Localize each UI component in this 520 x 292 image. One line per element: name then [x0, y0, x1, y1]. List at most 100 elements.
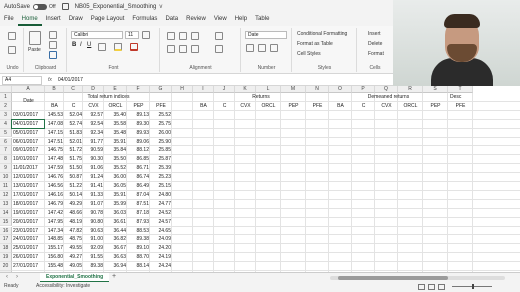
cell-value[interactable]: 25.75	[150, 120, 172, 129]
cell-value[interactable]: 155.48	[45, 262, 64, 271]
align-left-icon[interactable]	[167, 45, 175, 53]
cell-value[interactable]: 87.18	[127, 209, 150, 218]
row-header[interactable]: 5	[0, 128, 12, 138]
tab-help[interactable]: Help	[231, 13, 251, 26]
chevron-right-icon[interactable]: ›	[16, 274, 18, 280]
align-right-icon[interactable]	[191, 45, 199, 53]
cell-value[interactable]: 91.00	[83, 235, 104, 244]
cell-date[interactable]: 17/01/2017	[13, 191, 45, 200]
column-header-o[interactable]: O	[329, 86, 352, 93]
page-break-view-icon[interactable]	[438, 284, 445, 290]
cell-value[interactable]: 47.82	[64, 227, 83, 236]
worksheet-grid[interactable]: A B C D E F G H I J K L M N O P Q R S T 1 2 3 4 5 6 7 8 9 10 11 12 13 14 1…	[0, 86, 520, 272]
tab-data[interactable]: Data	[161, 13, 182, 26]
row-header[interactable]: 9	[0, 164, 12, 174]
row-header[interactable]: 2	[0, 101, 12, 111]
cell-date[interactable]: 18/01/2017	[13, 200, 45, 209]
tab-draw[interactable]: Draw	[65, 13, 87, 26]
cell-value[interactable]: 146.75	[45, 146, 64, 155]
cell-value[interactable]: 147.42	[45, 209, 64, 218]
cell-value[interactable]: 92.09	[83, 244, 104, 253]
cell-value[interactable]: 48.19	[64, 218, 83, 227]
insert-cells-button[interactable]: Insert	[368, 31, 381, 37]
bold-icon[interactable]: B	[72, 42, 76, 48]
cell-value[interactable]: 90.30	[83, 155, 104, 164]
row-header[interactable]: 11	[0, 182, 12, 191]
cell-value[interactable]: 87.93	[127, 218, 150, 227]
paste-icon[interactable]	[29, 31, 41, 45]
cell-date[interactable]: 27/01/2017	[13, 262, 45, 271]
cell-date[interactable]: 05/01/2017	[13, 129, 45, 138]
increase-font-icon[interactable]	[142, 31, 150, 39]
cell-value[interactable]: 51.75	[64, 155, 83, 164]
column-header-n[interactable]: N	[306, 86, 329, 93]
percent-icon[interactable]	[258, 44, 266, 52]
cell-value[interactable]: 87.04	[127, 191, 150, 200]
font-size-select[interactable]: 11	[125, 31, 139, 39]
cell-value[interactable]: 36.00	[104, 173, 127, 182]
cell-date[interactable]: 10/01/2017	[13, 155, 45, 164]
delete-cells-button[interactable]: Delete	[368, 41, 382, 47]
tab-insert[interactable]: Insert	[42, 13, 65, 26]
cell-value[interactable]: 51.50	[64, 164, 83, 173]
column-header-m[interactable]: M	[281, 86, 306, 93]
format-cells-button[interactable]: Format	[368, 51, 384, 57]
cell-value[interactable]: 86.49	[127, 182, 150, 191]
add-sheet-button[interactable]: +	[112, 273, 116, 280]
normal-view-icon[interactable]	[418, 284, 425, 290]
cell-date[interactable]: 26/01/2017	[13, 253, 45, 262]
row-header[interactable]: 18	[0, 244, 12, 254]
cell-value[interactable]: 146.16	[45, 191, 64, 200]
column-header-a[interactable]: A	[12, 86, 45, 93]
cell-value[interactable]: 147.59	[45, 164, 64, 173]
fill-color-icon[interactable]	[114, 43, 122, 51]
column-header-f[interactable]: F	[127, 86, 150, 93]
zoom-slider-knob[interactable]	[472, 284, 474, 289]
italic-icon[interactable]: I	[80, 42, 82, 48]
row-header[interactable]: 17	[0, 235, 12, 245]
cell-value[interactable]: 35.50	[104, 155, 127, 164]
cell-value[interactable]: 24.19	[150, 253, 172, 262]
page-layout-view-icon[interactable]	[428, 284, 435, 290]
cell-value[interactable]: 86.74	[127, 173, 150, 182]
number-format-select[interactable]: Date	[245, 31, 287, 39]
cell-value[interactable]: 36.61	[104, 218, 127, 227]
cell-value[interactable]: 91.07	[83, 200, 104, 209]
cell-value[interactable]: 91.77	[83, 138, 104, 147]
align-middle-icon[interactable]	[179, 32, 187, 40]
horizontal-scrollbar[interactable]	[330, 276, 505, 280]
cell-value[interactable]: 24.09	[150, 235, 172, 244]
cell-value[interactable]: 155.17	[45, 244, 64, 253]
fx-icon[interactable]: fx	[48, 77, 52, 83]
undo-icon[interactable]	[8, 32, 16, 40]
cell-value[interactable]: 25.85	[150, 146, 172, 155]
cell-value[interactable]: 51.72	[64, 146, 83, 155]
cell-value[interactable]: 89.38	[83, 262, 104, 271]
tab-review[interactable]: Review	[182, 13, 210, 26]
cell-value[interactable]: 92.34	[83, 129, 104, 138]
cell-date[interactable]: 12/01/2017	[13, 173, 45, 182]
cut-icon[interactable]	[49, 31, 57, 39]
cell-value[interactable]: 91.41	[83, 182, 104, 191]
cell-value[interactable]: 36.05	[104, 182, 127, 191]
cell-value[interactable]: 147.34	[45, 227, 64, 236]
cell-value[interactable]: 51.83	[64, 129, 83, 138]
align-top-icon[interactable]	[167, 32, 175, 40]
font-name-select[interactable]: Calibri	[71, 31, 123, 39]
accessibility-status[interactable]: Accessibility: Investigate	[36, 283, 90, 289]
cell-date[interactable]: 24/01/2017	[13, 235, 45, 244]
row-header[interactable]: 6	[0, 137, 12, 147]
tab-page-layout[interactable]: Page Layout	[87, 13, 129, 26]
copy-icon[interactable]	[49, 41, 57, 49]
cell-value[interactable]: 52.04	[64, 111, 83, 120]
cell-value[interactable]: 91.55	[83, 253, 104, 262]
cell-value[interactable]: 90.63	[83, 227, 104, 236]
cell-value[interactable]: 24.24	[150, 262, 172, 271]
cell-value[interactable]: 25.15	[150, 182, 172, 191]
cell-value[interactable]: 146.79	[45, 200, 64, 209]
cell-value[interactable]: 89.38	[127, 235, 150, 244]
cell-value[interactable]: 89.13	[127, 111, 150, 120]
cell-value[interactable]: 52.01	[64, 138, 83, 147]
cell-value[interactable]: 147.08	[45, 120, 64, 129]
name-box[interactable]: A4	[2, 75, 42, 85]
